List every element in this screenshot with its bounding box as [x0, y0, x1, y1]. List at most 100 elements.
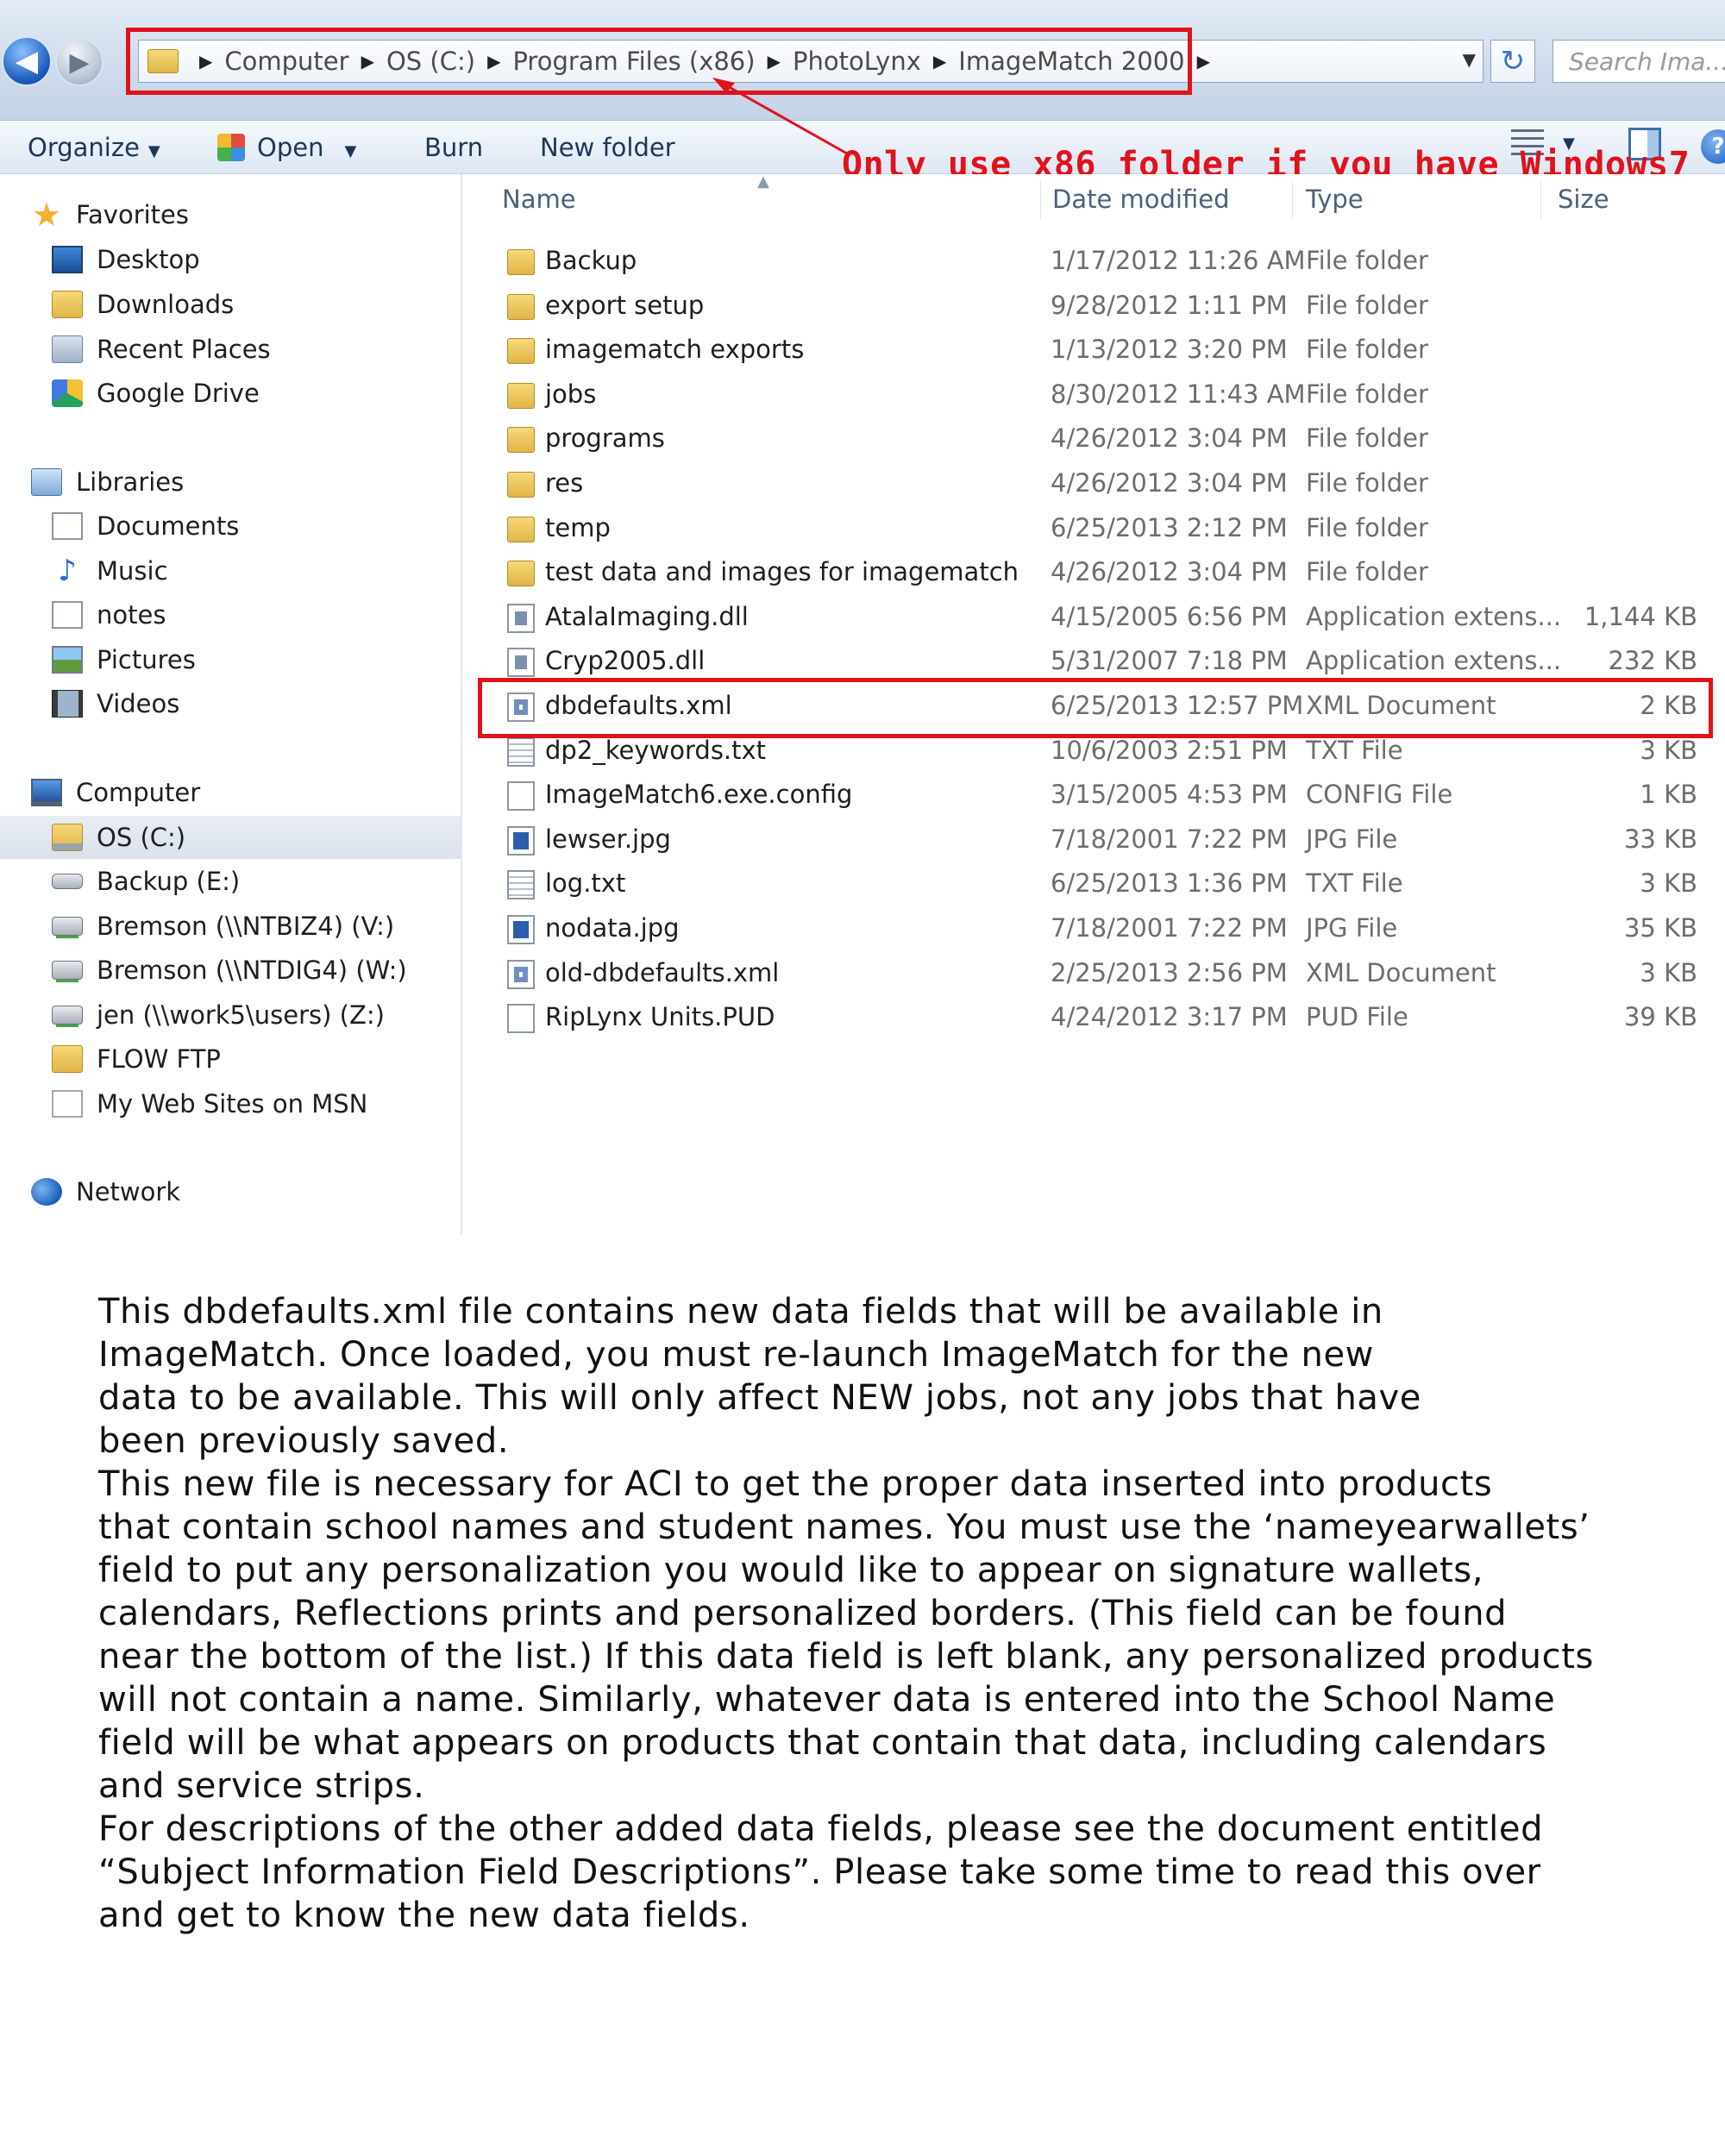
back-button[interactable]: ◀: [2, 36, 52, 86]
nav-notes[interactable]: notes: [0, 595, 461, 635]
file-date-modified: 6/25/2013 2:12 PM: [1051, 512, 1288, 542]
breadcrumb-separator-icon[interactable]: ▶: [933, 51, 946, 72]
table-row[interactable]: test data and images for imagematch 4/26/…: [462, 551, 1725, 595]
image-file-icon: [507, 915, 535, 944]
breadcrumb-os-drive[interactable]: OS (C:): [386, 47, 475, 76]
search-input[interactable]: Search Ima...: [1552, 40, 1725, 83]
nav-favorites[interactable]: ★ Favorites: [0, 195, 461, 235]
breadcrumb-imagematch[interactable]: ImageMatch 2000: [958, 47, 1184, 76]
file-type: XML Document: [1306, 957, 1496, 987]
column-date-modified[interactable]: Date modified: [1052, 185, 1230, 214]
videos-icon: [52, 690, 83, 718]
nav-os-drive[interactable]: OS (C:): [0, 816, 461, 859]
nav-documents[interactable]: Documents: [0, 506, 461, 546]
breadcrumb-separator-icon[interactable]: ▶: [768, 51, 781, 72]
breadcrumb-separator-icon[interactable]: ▶: [487, 51, 500, 72]
nav-computer[interactable]: Computer: [0, 773, 461, 812]
dll-file-icon: [507, 648, 535, 678]
refresh-button[interactable]: ↻: [1490, 40, 1535, 83]
table-row[interactable]: programs 4/26/2012 3:04 PM File folder: [462, 417, 1725, 461]
table-row[interactable]: dp2_keywords.txt 10/6/2003 2:51 PM TXT Fil…: [462, 730, 1725, 774]
column-size[interactable]: Size: [1558, 185, 1609, 214]
recent-places-icon: [52, 335, 83, 363]
paragraph: This dbdefaults.xml file contains new da…: [98, 1292, 1421, 1461]
file-name: Cryp2005.dll: [545, 646, 706, 676]
file-name: Backup: [545, 246, 637, 275]
forward-button[interactable]: ▶: [55, 38, 104, 86]
file-size: 232 KB: [1608, 646, 1697, 676]
nav-pictures[interactable]: Pictures: [0, 640, 461, 680]
help-icon[interactable]: ?: [1701, 129, 1725, 164]
table-row[interactable]: AtalaImaging.dll 4/15/2005 6:56 PM Applica…: [462, 596, 1725, 640]
open-button[interactable]: Open ▼: [217, 133, 356, 162]
table-row[interactable]: lewser.jpg 7/18/2001 7:22 PM JPG File 33 KB: [462, 818, 1725, 862]
breadcrumb-photolynx[interactable]: PhotoLynx: [793, 47, 921, 76]
nav-label: FLOW FTP: [97, 1044, 221, 1074]
breadcrumb-separator-icon[interactable]: ▶: [361, 51, 374, 72]
nav-network[interactable]: Network: [0, 1172, 461, 1212]
burn-button[interactable]: Burn: [424, 133, 483, 162]
table-row[interactable]: jobs 8/30/2012 11:43 AM File folder: [462, 373, 1725, 417]
column-type[interactable]: Type: [1306, 185, 1364, 214]
chevron-down-icon[interactable]: ▼: [344, 142, 356, 160]
network-icon: [31, 1178, 62, 1206]
breadcrumb-separator-icon[interactable]: ▶: [1197, 51, 1210, 72]
folder-icon: [507, 293, 535, 320]
breadcrumb[interactable]: ▶ Computer ▶ OS (C:) ▶ Program Files (x8…: [138, 40, 1484, 83]
table-row[interactable]: imagematch exports 1/13/2012 3:20 PM File …: [462, 329, 1725, 373]
folder-icon: [507, 472, 535, 498]
table-row[interactable]: temp 6/25/2013 2:12 PM File folder: [462, 507, 1725, 551]
organize-button[interactable]: Organize ▼: [28, 133, 160, 162]
file-type: File folder: [1306, 468, 1428, 498]
desktop-icon: [52, 246, 83, 273]
table-row[interactable]: old-dbdefaults.xml 2/25/2013 2:56 PM XML D…: [462, 952, 1725, 996]
nav-music[interactable]: ♪ Music: [0, 551, 461, 591]
column-divider[interactable]: [1040, 181, 1041, 219]
folder-icon: [507, 427, 535, 454]
table-row[interactable]: ImageMatch6.exe.config 3/15/2005 4:53 PM C…: [462, 774, 1725, 818]
nav-videos[interactable]: Videos: [0, 684, 461, 724]
table-row[interactable]: nodata.jpg 7/18/2001 7:22 PM JPG File 35 KB: [462, 907, 1725, 951]
table-row[interactable]: export setup 9/28/2012 1:11 PM File folder: [462, 285, 1725, 329]
file-date-modified: 2/25/2013 2:56 PM: [1051, 957, 1288, 987]
column-name[interactable]: Name: [502, 185, 576, 214]
table-row[interactable]: dbdefaults.xml 6/25/2013 12:57 PM XML Docu…: [462, 685, 1725, 729]
column-divider[interactable]: [1540, 181, 1541, 219]
nav-my-web-sites[interactable]: My Web Sites on MSN: [0, 1084, 461, 1124]
file-date-modified: 6/25/2013 1:36 PM: [1051, 868, 1288, 899]
star-icon: ★: [31, 196, 62, 234]
table-row[interactable]: res 4/26/2012 3:04 PM File folder: [462, 462, 1725, 506]
nav-recent-places[interactable]: Recent Places: [0, 329, 461, 369]
organize-label: Organize: [28, 133, 140, 162]
breadcrumb-program-files[interactable]: Program Files (x86): [512, 47, 755, 76]
nav-desktop[interactable]: Desktop: [0, 240, 461, 279]
chevron-down-icon[interactable]: ▼: [1463, 49, 1476, 70]
nav-bremson-w[interactable]: Bremson (\\NTDIG4) (W:): [0, 950, 461, 990]
nav-flow-ftp[interactable]: FLOW FTP: [0, 1039, 461, 1079]
file-type: TXT File: [1306, 735, 1403, 765]
nav-libraries[interactable]: Libraries: [0, 462, 461, 502]
file-icon: [507, 781, 535, 812]
breadcrumb-computer[interactable]: Computer: [224, 47, 348, 76]
file-type: File folder: [1306, 423, 1428, 454]
file-date-modified: 1/13/2012 3:20 PM: [1051, 335, 1288, 365]
network-drive-icon: [52, 917, 83, 936]
nav-label: Recent Places: [97, 335, 271, 364]
nav-backup-drive[interactable]: Backup (E:): [0, 862, 461, 901]
table-row[interactable]: log.txt 6/25/2013 1:36 PM TXT File 3 KB: [462, 862, 1725, 906]
column-divider[interactable]: [1292, 181, 1293, 219]
nav-downloads[interactable]: Downloads: [0, 285, 461, 324]
nav-bremson-v[interactable]: Bremson (\\NTBIZ4) (V:): [0, 906, 461, 946]
pictures-icon: [52, 646, 83, 674]
table-row[interactable]: Backup 1/17/2012 11:26 AM File folder: [462, 240, 1725, 284]
new-folder-button[interactable]: New folder: [540, 133, 675, 162]
table-row[interactable]: RipLynx Units.PUD 4/24/2012 3:17 PM PUD Fi…: [462, 996, 1725, 1040]
table-row[interactable]: Cryp2005.dll 5/31/2007 7:18 PM Application…: [462, 640, 1725, 684]
column-headers: ▲ Name Date modified Type Size: [462, 172, 1725, 226]
nav-google-drive[interactable]: Google Drive: [0, 373, 461, 413]
nav-jen-z[interactable]: jen (\\work5\users) (Z:): [0, 995, 461, 1035]
nav-label: Libraries: [76, 467, 185, 497]
file-name: programs: [545, 423, 665, 454]
breadcrumb-separator-icon[interactable]: ▶: [199, 51, 212, 72]
file-size: 1,144 KB: [1584, 601, 1697, 631]
